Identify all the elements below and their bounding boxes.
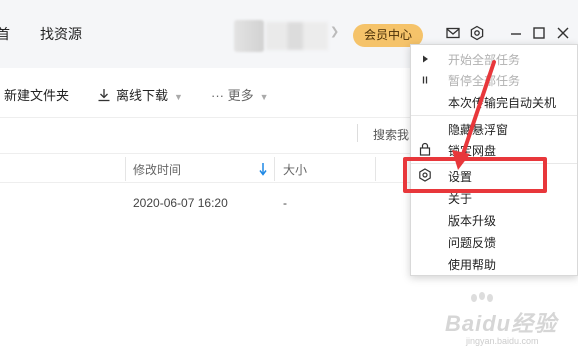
annotation-arrow: [452, 60, 496, 170]
